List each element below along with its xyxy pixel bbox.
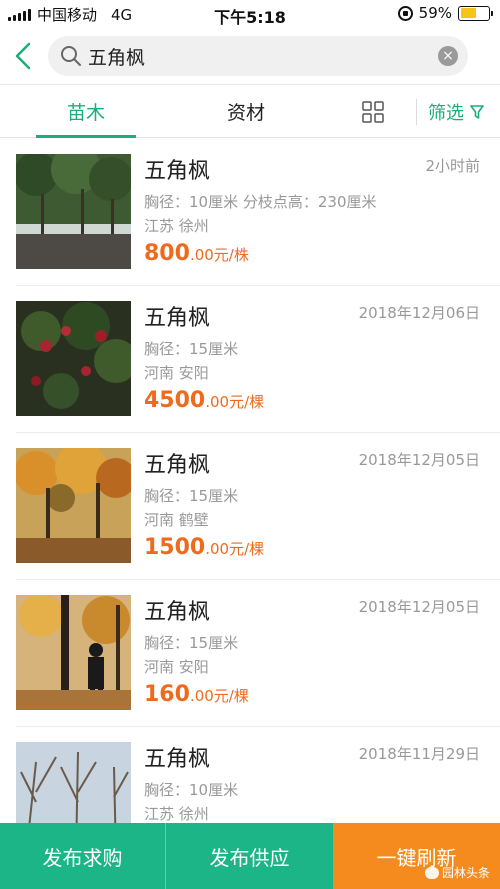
price-value: 800 [144,241,190,266]
list-item[interactable]: 五角枫 2018年12月05日 胸径：15厘米 河南 安阳 160.00元/棵 [0,580,500,727]
item-title: 五角枫 [144,600,211,625]
price-value: 4500 [144,388,206,413]
search-icon [54,36,88,76]
battery-fill [460,8,477,18]
item-photo [16,154,131,269]
filter-label: 筛选 [428,102,464,124]
item-time: 2018年12月05日 [358,598,480,616]
item-price: 4500.00元/棵 [144,388,264,413]
back-button[interactable] [8,38,38,74]
price-unit: .00元/棵 [205,393,265,411]
watermark-label: 园林头条 [441,866,490,880]
item-location: 江苏 徐州 [144,217,209,235]
item-photo [16,301,131,416]
search-input[interactable]: 五角枫 × [48,36,468,76]
item-location: 河南 安阳 [144,658,209,676]
item-location: 河南 安阳 [144,364,209,382]
item-spec: 胸径：10厘米 [144,781,239,799]
price-unit: .00元/株 [189,246,249,264]
filter-icon [470,104,484,119]
item-spec: 胸径：15厘米 [144,340,239,358]
rotation-lock-icon [397,5,413,21]
item-location: 江苏 徐州 [144,805,209,823]
item-price: 160.00元/棵 [144,682,249,707]
item-photo [16,448,131,563]
watermark: 园林头条 [424,864,490,881]
price-unit: .00元/棵 [205,540,265,558]
tab-divider [416,99,417,125]
list-item[interactable]: 五角枫 2小时前 胸径：10厘米 分枝点高：230厘米 江苏 徐州 800.00… [0,139,500,286]
item-time: 2小时前 [425,157,480,175]
item-time: 2018年11月29日 [358,745,480,763]
price-value: 1500 [144,535,206,560]
item-time: 2018年12月05日 [358,451,480,469]
price-unit: .00元/棵 [189,687,249,705]
list-item[interactable]: 五角枫 2018年12月05日 胸径：15厘米 河南 鹤壁 1500.00元/棵 [0,433,500,580]
item-spec: 胸径：15厘米 [144,487,239,505]
category-tabs: 苗木 资材 筛选 [0,84,500,138]
item-location: 河南 鹤壁 [144,511,209,529]
list-item[interactable]: 五角枫 2018年12月06日 胸径：15厘米 河南 安阳 4500.00元/棵 [0,286,500,433]
item-spec: 胸径：15厘米 [144,634,239,652]
status-bar: 中国移动 4G 下午5:18 59% [0,0,500,28]
item-photo [16,595,131,710]
post-supply-button[interactable]: 发布供应 [166,823,333,889]
filter-button[interactable]: 筛选 [428,85,484,138]
item-title: 五角枫 [144,159,211,184]
item-spec: 胸径：10厘米 分枝点高：230厘米 [144,193,377,211]
post-purchase-button[interactable]: 发布求购 [0,823,166,889]
item-title: 五角枫 [144,306,211,331]
tab-material[interactable]: 资材 [196,85,296,138]
item-title: 五角枫 [144,453,211,478]
status-right: 59% [397,4,493,22]
item-title: 五角枫 [144,747,211,772]
wechat-icon [424,866,439,879]
chevron-left-icon [15,42,31,70]
clear-icon[interactable]: × [438,46,458,66]
price-value: 160 [144,682,190,707]
item-price: 1500.00元/棵 [144,535,264,560]
battery-icon [458,5,493,21]
battery-percent: 59% [418,4,452,22]
grid-view-icon[interactable] [362,101,384,123]
search-header: 五角枫 × [0,28,500,84]
tab-seedling[interactable]: 苗木 [36,85,136,138]
item-time: 2018年12月06日 [358,304,480,322]
bottom-action-bar: 发布求购 发布供应 一键刷新 园林头条 [0,823,500,889]
search-query[interactable]: 五角枫 [88,43,438,70]
item-price: 800.00元/株 [144,241,249,266]
